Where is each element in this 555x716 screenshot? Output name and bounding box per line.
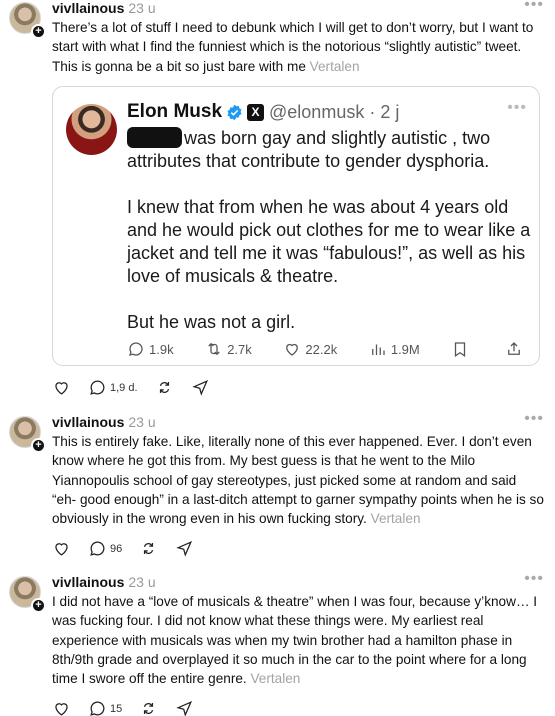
bookmark-icon xyxy=(455,342,466,357)
like-button[interactable] xyxy=(52,699,71,716)
like-button[interactable] xyxy=(52,378,71,397)
repost-icon xyxy=(144,702,154,715)
reply-count: 1,9 d. xyxy=(110,381,138,394)
speech-bubble-icon xyxy=(129,342,143,356)
quoted-avatar[interactable] xyxy=(66,104,117,155)
quoted-repost-count: 2.7k xyxy=(227,341,252,357)
views-chart-icon xyxy=(371,344,385,355)
redaction-mark xyxy=(127,127,182,148)
speech-bubble-icon xyxy=(90,380,105,395)
more-dots-icon[interactable]: ••• xyxy=(524,570,544,588)
post-actions: 96 xyxy=(52,539,211,558)
username[interactable]: vivllainous xyxy=(52,0,124,16)
repost-button[interactable] xyxy=(139,539,158,558)
post-time: 23 u xyxy=(128,414,156,430)
post-header: vivllainous 23 u xyxy=(52,414,156,430)
post-actions: 1,9 d. xyxy=(52,378,227,397)
send-icon xyxy=(191,379,208,396)
post-text: There’s a lot of stuff I need to debunk … xyxy=(52,18,544,76)
reply-count: 15 xyxy=(110,702,123,715)
username[interactable]: vivllainous xyxy=(52,414,124,430)
quoted-post[interactable]: Elon Musk X @elonmusk · 2 j ••• was born… xyxy=(52,86,540,366)
translate-link[interactable]: Vertalen xyxy=(250,671,300,686)
speech-bubble-icon xyxy=(90,701,105,716)
more-dots-icon[interactable]: ••• xyxy=(524,0,544,14)
avatar[interactable]: + xyxy=(9,576,46,613)
more-dots-icon[interactable]: ••• xyxy=(507,99,527,117)
follow-plus-icon[interactable]: + xyxy=(31,24,46,39)
follow-plus-icon[interactable]: + xyxy=(31,438,46,453)
upload-share-icon xyxy=(508,342,520,355)
reply-button[interactable]: 96 xyxy=(88,539,122,558)
verified-badge-icon xyxy=(227,104,242,120)
avatar[interactable]: + xyxy=(9,416,46,453)
thread-post-1: + vivllainous 23 u ••• There’s a lot of s… xyxy=(0,0,555,410)
post-text: I did not have a “love of musicals & the… xyxy=(52,592,544,688)
like-button[interactable] xyxy=(52,539,71,558)
quoted-time: · 2 j xyxy=(369,101,400,122)
quoted-views-stat[interactable]: 1.9M xyxy=(369,340,420,358)
quoted-paragraph-2: I knew that from when he was about 4 yea… xyxy=(127,197,531,286)
quoted-like-stat[interactable]: 22.2k xyxy=(283,340,337,358)
quoted-reply-stat[interactable]: 1.9k xyxy=(127,340,174,358)
post-text: This is entirely fake. Like, literally n… xyxy=(52,432,544,528)
username[interactable]: vivllainous xyxy=(52,574,124,590)
reply-button[interactable]: 1,9 d. xyxy=(88,378,138,397)
heart-icon xyxy=(55,543,68,556)
thread-post-2: + vivllainous 23 u ••• This is entirely f… xyxy=(0,410,555,574)
repost-icon xyxy=(144,542,154,555)
quoted-handle: @elonmusk xyxy=(269,101,365,122)
heart-icon xyxy=(55,703,68,716)
share-button[interactable] xyxy=(191,378,210,397)
repost-icon xyxy=(208,342,220,356)
translate-link[interactable]: Vertalen xyxy=(371,511,421,526)
reply-button[interactable]: 15 xyxy=(88,699,122,716)
post-time: 23 u xyxy=(128,0,156,16)
quoted-repost-stat[interactable]: 2.7k xyxy=(205,340,252,358)
share-button[interactable] xyxy=(175,699,194,716)
bookmark-button[interactable] xyxy=(451,340,473,358)
speech-bubble-icon xyxy=(90,541,105,556)
follow-plus-icon[interactable]: + xyxy=(31,598,46,613)
post-header: vivllainous 23 u xyxy=(52,574,156,590)
reply-count: 96 xyxy=(110,542,123,555)
heart-icon xyxy=(286,343,299,356)
thread-post-3: + vivllainous 23 u ••• I did not have a “… xyxy=(0,570,555,716)
share-button[interactable] xyxy=(175,539,194,558)
share-button[interactable] xyxy=(505,340,527,358)
quoted-header: Elon Musk X @elonmusk · 2 j xyxy=(127,101,399,123)
quoted-paragraph-3: But he was not a girl. xyxy=(127,312,296,332)
send-icon xyxy=(176,700,193,716)
translate-link[interactable]: Vertalen xyxy=(310,59,360,74)
quoted-views-count: 1.9M xyxy=(390,341,420,357)
more-dots-icon[interactable]: ••• xyxy=(524,410,544,428)
post-body: There’s a lot of stuff I need to debunk … xyxy=(52,20,534,74)
quoted-stats: 1.9k 2.7k 22.2k 1.9M xyxy=(127,340,527,358)
repost-button[interactable] xyxy=(155,378,174,397)
repost-button[interactable] xyxy=(139,699,158,716)
post-time: 23 u xyxy=(128,574,156,590)
heart-icon xyxy=(55,382,68,395)
post-header: vivllainous 23 u xyxy=(52,0,156,16)
repost-icon xyxy=(159,381,169,394)
post-actions: 15 xyxy=(52,699,211,716)
post-body: This is entirely fake. Like, literally n… xyxy=(52,434,544,527)
send-icon xyxy=(176,540,193,557)
quoted-name[interactable]: Elon Musk xyxy=(127,101,222,123)
quoted-text: was born gay and slightly autistic , two… xyxy=(127,127,532,334)
quoted-reply-count: 1.9k xyxy=(149,341,174,357)
x-logo-icon: X xyxy=(247,103,265,121)
quoted-like-count: 22.2k xyxy=(305,341,338,357)
avatar[interactable]: + xyxy=(9,2,46,39)
